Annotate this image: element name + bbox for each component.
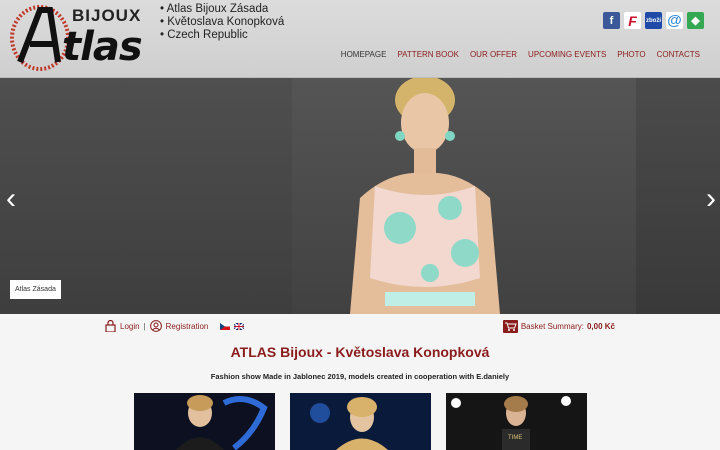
nav-photo[interactable]: PHOTO xyxy=(617,50,645,59)
slider-next-button[interactable]: › xyxy=(706,182,716,216)
slide-caption: Atlas Zásada xyxy=(10,280,61,299)
slider-prev-button[interactable]: ‹ xyxy=(6,182,16,216)
svg-text:TIME: TIME xyxy=(508,435,522,441)
gallery-photo[interactable] xyxy=(290,393,431,450)
gallery: TIME xyxy=(134,393,587,450)
czech-flag-icon[interactable] xyxy=(220,322,231,330)
english-flag-icon[interactable] xyxy=(234,322,245,330)
tagline-line: Atlas Bijoux Zásada xyxy=(160,3,284,16)
nav-our-offer[interactable]: OUR OFFER xyxy=(470,50,517,59)
nav-contacts[interactable]: CONTACTS xyxy=(657,50,700,59)
page-title: ATLAS Bijoux - Květoslava Konopková xyxy=(230,344,490,360)
slider-background xyxy=(0,78,292,314)
lock-icon xyxy=(105,320,116,332)
logo-atlas-text: tlas xyxy=(62,24,143,70)
gallery-photo[interactable]: TIME xyxy=(446,393,587,450)
user-icon xyxy=(149,320,162,332)
separator: | xyxy=(143,321,146,331)
cart-icon xyxy=(502,320,518,333)
facebook-icon[interactable]: f xyxy=(603,12,620,29)
google-maps-icon[interactable]: ◆ xyxy=(687,12,704,29)
registration-link[interactable]: Registration xyxy=(166,322,209,331)
tagline: Atlas Bijoux Zásada Květoslava Konopková… xyxy=(160,3,285,42)
fler-icon[interactable]: F xyxy=(624,12,641,29)
account-bar: Login | Registration Basket Summary: 0,0… xyxy=(0,314,720,340)
page-subtitle: Fashion show Made in Jablonec 2019, mode… xyxy=(210,372,510,381)
model-photo xyxy=(350,78,500,314)
basket-summary[interactable]: Basket Summary: 0,00 Kč xyxy=(502,320,615,333)
account-links: Login | Registration xyxy=(105,320,245,332)
email-icon[interactable]: @ xyxy=(666,12,683,29)
gallery-photo[interactable] xyxy=(134,393,275,450)
zbozi-icon[interactable]: zboží xyxy=(645,12,662,29)
hero-slider: ‹ › Atlas Zásada xyxy=(0,78,720,314)
nav-homepage[interactable]: HOMEPAGE xyxy=(341,50,387,59)
site-logo[interactable]: BIJOUX tlas xyxy=(10,2,150,72)
nav-pattern-book[interactable]: PATTERN BOOK xyxy=(397,50,459,59)
logo-bijoux-text: BIJOUX xyxy=(72,6,142,25)
login-link[interactable]: Login xyxy=(120,322,140,331)
basket-label: Basket Summary: xyxy=(520,322,584,331)
nav-upcoming-events[interactable]: UPCOMING EVENTS xyxy=(528,50,606,59)
main-nav: HOMEPAGE PATTERN BOOK OUR OFFER UPCOMING… xyxy=(341,50,700,59)
social-links: f F zboží @ ◆ xyxy=(603,12,704,29)
tagline-line: Květoslava Konopková xyxy=(160,16,284,29)
site-header: BIJOUX tlas Atlas Bijoux Zásada Květosla… xyxy=(0,0,720,78)
tagline-line: Czech Republic xyxy=(160,29,284,42)
basket-value: 0,00 Kč xyxy=(586,322,615,331)
